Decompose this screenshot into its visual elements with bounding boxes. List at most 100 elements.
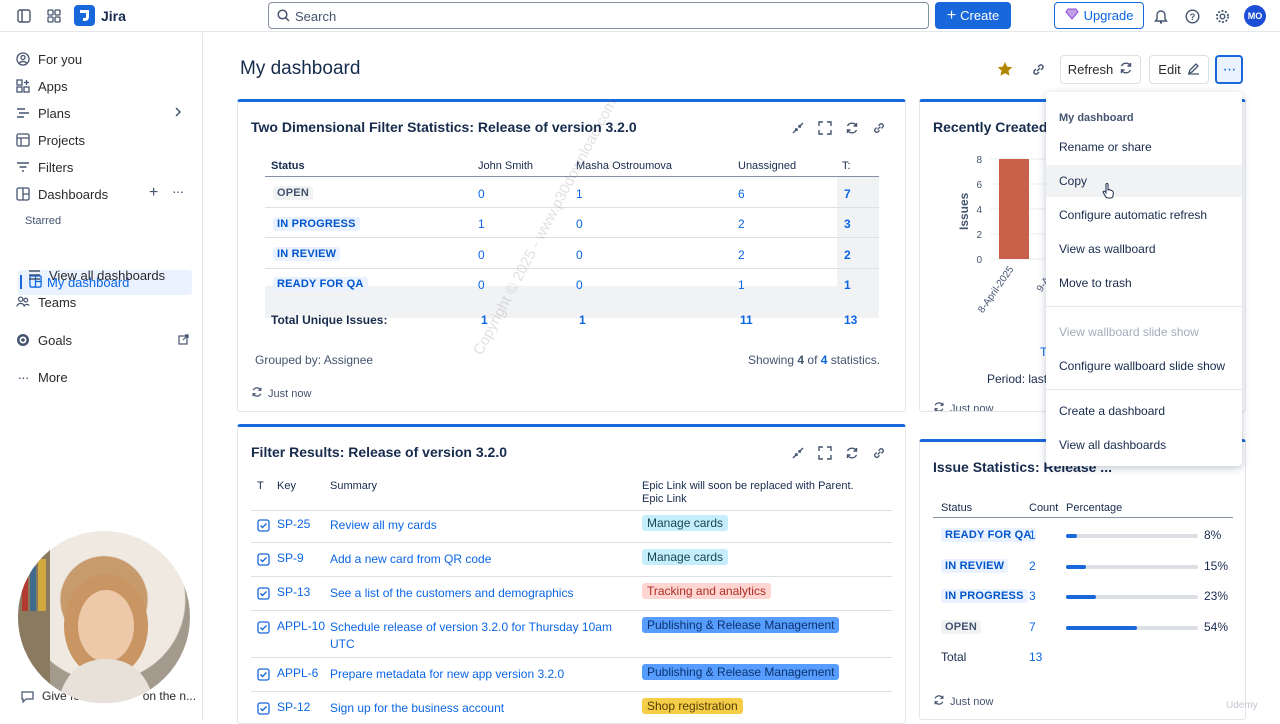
count-link[interactable]: 0 xyxy=(478,278,485,292)
count-link[interactable]: 1 xyxy=(738,278,745,292)
edit-button[interactable]: Edit xyxy=(1149,55,1209,84)
external-link-icon[interactable] xyxy=(178,333,189,348)
menu-item-copy[interactable]: Copy xyxy=(1059,174,1087,188)
total-count-link[interactable]: 11 xyxy=(740,313,753,327)
total-count-link[interactable]: 7 xyxy=(844,187,851,201)
column-header-status[interactable]: Status xyxy=(941,502,972,514)
chevron-right-icon[interactable] xyxy=(174,106,182,121)
create-button[interactable]: + Create xyxy=(935,2,1011,29)
epic-link-lozenge[interactable]: Manage cards xyxy=(642,549,729,565)
column-header-count[interactable]: Count xyxy=(1029,502,1058,514)
search-input[interactable]: Search xyxy=(268,2,929,29)
count-link[interactable]: 2 xyxy=(738,248,745,262)
sidebar-item-goals[interactable]: Goals xyxy=(16,329,190,351)
link-icon[interactable] xyxy=(872,121,886,135)
issue-summary-link[interactable]: Schedule release of version 3.2.0 for Th… xyxy=(330,619,630,653)
refresh-button[interactable]: Refresh xyxy=(1060,55,1141,84)
menu-item-rename-or-share[interactable]: Rename or share xyxy=(1059,140,1152,154)
issue-key-link[interactable]: SP-13 xyxy=(277,585,310,599)
notifications-icon[interactable] xyxy=(1150,5,1172,27)
menu-item-configure-auto-refresh[interactable]: Configure automatic refresh xyxy=(1059,208,1207,222)
count-link[interactable]: 0 xyxy=(576,278,583,292)
settings-gear-icon[interactable] xyxy=(1211,5,1233,27)
issue-summary-link[interactable]: See a list of the customers and demograp… xyxy=(330,585,630,602)
more-actions-button[interactable]: ··· xyxy=(1215,55,1243,84)
column-header-total[interactable]: T: xyxy=(842,160,851,172)
count-link[interactable]: 2 xyxy=(738,217,745,231)
app-name[interactable]: Jira xyxy=(101,8,126,24)
jira-logo-icon[interactable] xyxy=(74,5,95,26)
menu-item-view-as-wallboard[interactable]: View as wallboard xyxy=(1059,242,1156,256)
total-count-link[interactable]: 1 xyxy=(579,313,586,327)
refresh-icon[interactable] xyxy=(845,446,859,460)
minimize-icon[interactable] xyxy=(791,446,805,460)
sidebar-item-more[interactable]: ··· More xyxy=(16,366,68,388)
menu-item-create-dashboard[interactable]: Create a dashboard xyxy=(1059,404,1165,418)
epic-link-lozenge[interactable]: Manage cards xyxy=(642,515,729,531)
sidebar-toggle-icon[interactable] xyxy=(13,5,35,27)
column-header-status[interactable]: Status xyxy=(271,160,305,172)
issue-key-link[interactable]: APPL-10 xyxy=(277,619,325,633)
maximize-icon[interactable] xyxy=(818,121,832,135)
column-header-john-smith[interactable]: John Smith xyxy=(478,160,533,172)
count-link[interactable]: 0 xyxy=(478,248,485,262)
sidebar-item-teams[interactable]: Teams xyxy=(16,291,76,313)
star-icon[interactable] xyxy=(997,61,1013,80)
copy-link-icon[interactable] xyxy=(1031,62,1046,80)
sidebar-item-view-all-dashboards[interactable]: View all dashboards xyxy=(27,264,165,286)
column-header-percentage[interactable]: Percentage xyxy=(1066,502,1122,514)
count-link[interactable]: 0 xyxy=(576,248,583,262)
total-count-link[interactable]: 13 xyxy=(1029,650,1042,664)
maximize-icon[interactable] xyxy=(818,446,832,460)
more-options-icon[interactable]: ··· xyxy=(172,183,184,199)
help-icon[interactable]: ? xyxy=(1181,5,1203,27)
epic-link-lozenge[interactable]: Publishing & Release Management xyxy=(642,617,840,633)
count-link[interactable]: 1 xyxy=(478,217,485,231)
column-header-epic-link[interactable]: Epic Link xyxy=(642,493,687,505)
showing-total-link[interactable]: 4 xyxy=(821,353,828,367)
menu-item-move-to-trash[interactable]: Move to trash xyxy=(1059,276,1132,290)
count-link[interactable]: 1 xyxy=(576,187,583,201)
grand-total-link[interactable]: 13 xyxy=(844,313,857,327)
count-link[interactable]: 0 xyxy=(576,217,583,231)
sidebar-item-apps[interactable]: Apps xyxy=(16,75,68,97)
count-link[interactable]: 2 xyxy=(1029,559,1036,573)
sidebar-item-dashboards[interactable]: Dashboards + ··· xyxy=(16,183,186,205)
issue-key-link[interactable]: SP-9 xyxy=(277,551,304,565)
count-link[interactable]: 6 xyxy=(738,187,745,201)
menu-item-configure-wallboard-slide-show[interactable]: Configure wallboard slide show xyxy=(1059,359,1225,373)
refresh-icon[interactable] xyxy=(845,121,859,135)
total-count-link[interactable]: 1 xyxy=(844,278,851,292)
minimize-icon[interactable] xyxy=(791,121,805,135)
total-count-link[interactable]: 2 xyxy=(844,248,851,262)
epic-link-lozenge[interactable]: Shop registration xyxy=(642,698,743,714)
count-link[interactable]: 0 xyxy=(478,187,485,201)
count-link[interactable]: 3 xyxy=(1029,589,1036,603)
issue-summary-link[interactable]: Add a new card from QR code xyxy=(330,551,630,568)
column-header-summary[interactable]: Summary xyxy=(330,480,377,492)
issue-summary-link[interactable]: Review all my cards xyxy=(330,517,630,534)
upgrade-button[interactable]: Upgrade xyxy=(1054,2,1144,29)
sidebar-item-plans[interactable]: Plans xyxy=(16,102,186,124)
sidebar-item-for-you[interactable]: For you xyxy=(16,48,82,70)
count-link[interactable]: 7 xyxy=(1029,620,1036,634)
link-icon[interactable] xyxy=(872,446,886,460)
issue-summary-link[interactable]: Sign up for the business account xyxy=(330,700,630,717)
issue-summary-link[interactable]: Prepare metadata for new app version 3.2… xyxy=(330,666,630,683)
column-header-key[interactable]: Key xyxy=(277,480,296,492)
app-switcher-icon[interactable] xyxy=(43,5,65,27)
column-header-unassigned[interactable]: Unassigned xyxy=(738,160,796,172)
epic-link-lozenge[interactable]: Tracking and analytics xyxy=(642,583,771,599)
count-link[interactable]: 1 xyxy=(1029,528,1036,542)
sidebar-item-projects[interactable]: Projects xyxy=(16,129,85,151)
issue-key-link[interactable]: SP-25 xyxy=(277,517,310,531)
user-avatar[interactable]: MO xyxy=(1244,5,1266,27)
menu-item-view-all-dashboards[interactable]: View all dashboards xyxy=(1059,438,1166,452)
column-header-masha[interactable]: Masha Ostroumova xyxy=(576,160,672,172)
issue-key-link[interactable]: APPL-6 xyxy=(277,666,318,680)
total-count-link[interactable]: 3 xyxy=(844,217,851,231)
issue-key-link[interactable]: SP-12 xyxy=(277,700,310,714)
column-header-type[interactable]: T xyxy=(257,480,264,492)
sidebar-item-filters[interactable]: Filters xyxy=(16,156,73,178)
epic-link-lozenge[interactable]: Publishing & Release Management xyxy=(642,664,840,680)
